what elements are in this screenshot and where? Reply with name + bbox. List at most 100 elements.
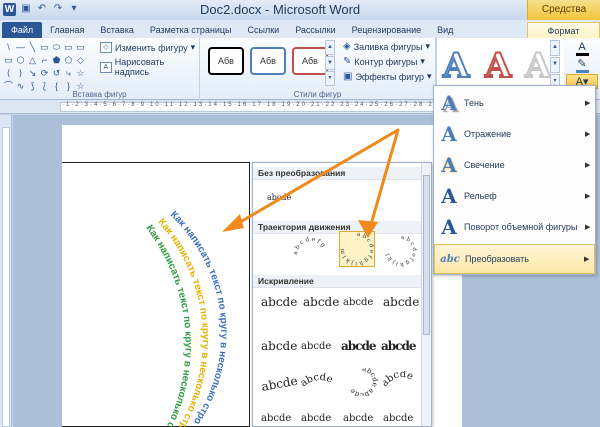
shape-option[interactable]: △ [27,54,38,66]
shape-option[interactable]: ╲ [27,41,38,53]
draw-textbox-label: Нарисовать надпись [114,57,165,77]
warp-option-2[interactable]: abcde [303,295,339,309]
warp-option-7[interactable]: abcde [341,339,376,353]
shape-option[interactable]: \ [3,41,14,53]
no-transform-option[interactable]: abcde [267,193,291,202]
group-insert-shapes: \ — ╲ ▭ ⬭ ▭ ▭ ▭ ⬡ △ ⌐ ⬟ ⬠ ◇ ⟨ ⟩ ↘ ⟳ ↺ ⤷ ☆ ⌒ ∿ ⟆ ⟅{} ☆ ◇ Изменить … [0,38,200,100]
svg-text:abcde: abcde [260,374,297,391]
menu-item-reflection[interactable]: A Отражение ▶ [434,119,595,149]
svg-text:a b c d e f g h i j k l: a b c d e f g h i j k l [385,235,417,267]
wordart-style-2[interactable]: A [484,45,512,87]
tab-page-layout[interactable]: Разметка страницы [142,22,240,38]
warp-option-16[interactable]: abcde [383,413,413,424]
menu-item-bevel[interactable]: A Рельеф ▶ [434,181,595,211]
shape-fill-label: Заливка фигуры [353,41,423,52]
edit-shape-icon: ◇ [100,42,112,53]
shape-option[interactable]: ▭ [75,41,86,53]
menu-item-transform[interactable]: abc Преобразовать ▶ [434,244,595,274]
window-title: Doc2.docx - Microsoft Word [200,2,361,17]
shape-option[interactable]: ↺ [51,67,62,79]
shape-option[interactable]: ☆ [75,67,86,79]
text-outline-icon[interactable]: ✎ [566,57,598,73]
shape-fill-button[interactable]: ◈ Заливка фигуры ▾ [343,41,430,52]
shape-effects-button[interactable]: ▣ Эффекты фигур ▾ [343,71,432,82]
shape-option[interactable]: ⌐ [39,54,50,66]
shape-option[interactable]: ⬡ [15,54,26,66]
scroll-down-icon[interactable]: ▼ [325,55,335,71]
3d-rotation-icon: A [441,215,457,239]
shape-option[interactable]: ↘ [27,67,38,79]
shape-option[interactable]: ⬠ [63,54,74,66]
redo-icon[interactable]: ↷ [52,3,64,15]
text-fill-icon[interactable]: A [566,40,598,56]
shape-option[interactable]: ⬭ [51,41,62,53]
word-app-icon[interactable]: W [3,3,16,16]
warp-option-14[interactable]: abcde [301,413,331,424]
chevron-right-icon: ▶ [584,256,590,263]
shape-option[interactable]: ▭ [3,54,14,66]
warp-option-10[interactable]: abcde [301,373,339,391]
follow-path-circle[interactable]: a b c d e f g h i j k l m [339,231,375,267]
tab-mailings[interactable]: Рассылки [287,22,343,38]
quick-access-toolbar: ▣ ↶ ↷ ▾ [20,3,80,15]
shape-option[interactable]: ⬟ [51,54,62,66]
transform-icon: abc [440,253,460,265]
shape-option[interactable]: — [15,41,26,53]
tab-references[interactable]: Ссылки [240,22,288,38]
warp-option-1[interactable]: abcde [261,295,297,309]
shape-option[interactable]: ▭ [63,41,74,53]
menu-item-3d-rotation[interactable]: A Поворот объемной фигуры ▶ [434,212,595,242]
warp-option-3[interactable]: abcde [343,297,373,308]
wordart-style-1[interactable]: A [442,45,470,87]
shape-style-3[interactable]: Абв [292,47,328,75]
wordart-tools: A ✎ A▾ [566,40,598,91]
reflection-icon: A [441,122,457,146]
warp-option-11[interactable]: abcde abcde [343,368,381,396]
tab-home[interactable]: Главная [42,22,92,38]
chevron-right-icon: ▶ [585,224,591,231]
scroll-down-icon[interactable]: ▼ [550,57,560,73]
svg-text:abcde: abcde [301,373,334,389]
group-label-insert-shapes: Вставка фигур [72,90,127,99]
shape-outline-button[interactable]: ✎ Контур фигуры ▾ [343,56,425,67]
shape-style-1[interactable]: Абв [208,47,244,75]
tab-review[interactable]: Рецензирование [344,22,430,38]
follow-path-arch-up[interactable]: a b c d e f g [293,233,329,269]
curved-wordart-text[interactable]: Как написать текст по кругу в несколько … [140,190,260,427]
warp-option-4[interactable]: abcde [383,295,419,309]
tab-format[interactable]: Формат [527,22,600,38]
shape-option[interactable]: ⟩ [15,67,26,79]
shape-option[interactable]: ⟨ [3,67,14,79]
warp-option-9[interactable]: abcde [259,373,297,391]
shape-option[interactable]: ⤷ [63,67,74,79]
warp-option-15[interactable]: abcde [343,413,373,424]
tab-view[interactable]: Вид [429,22,461,38]
tab-file[interactable]: Файл [2,22,43,38]
warp-option-8[interactable]: abcde [381,339,416,353]
scroll-up-icon[interactable]: ▲ [550,40,560,56]
draw-textbox-button[interactable]: A Нарисовать надпись [100,57,199,77]
section-warp: Искривление [253,275,421,288]
menu-item-glow[interactable]: A Свечение ▶ [434,150,595,180]
scroll-up-icon[interactable]: ▲ [325,40,335,55]
save-icon[interactable]: ▣ [20,3,32,15]
chevron-down-icon: ▾ [425,41,430,51]
panel-scroll-thumb[interactable] [423,175,430,335]
warp-option-5[interactable]: abcde [261,339,297,353]
warp-option-6[interactable]: abcde [301,341,331,352]
follow-path-button[interactable]: a b c d e f g h i j k l [383,233,419,269]
menu-item-shadow[interactable]: A Тень ▶ [434,88,595,118]
shape-style-2[interactable]: Абв [250,47,286,75]
shape-option[interactable]: ▭ [39,41,50,53]
wordart-style-3[interactable]: A [524,45,552,87]
tab-insert[interactable]: Вставка [92,22,141,38]
warp-option-13[interactable]: abcde [261,413,291,424]
panel-scrollbar[interactable] [421,163,431,426]
customize-icon[interactable]: ▾ [68,3,80,15]
warp-option-12[interactable]: abcde [383,371,421,389]
shape-option[interactable]: ◇ [75,54,86,66]
more-icon[interactable]: ▾ [325,71,335,87]
edit-shape-button[interactable]: ◇ Изменить фигуру ▾ [100,42,195,53]
undo-icon[interactable]: ↶ [36,3,48,15]
shape-option[interactable]: ⟳ [39,67,50,79]
